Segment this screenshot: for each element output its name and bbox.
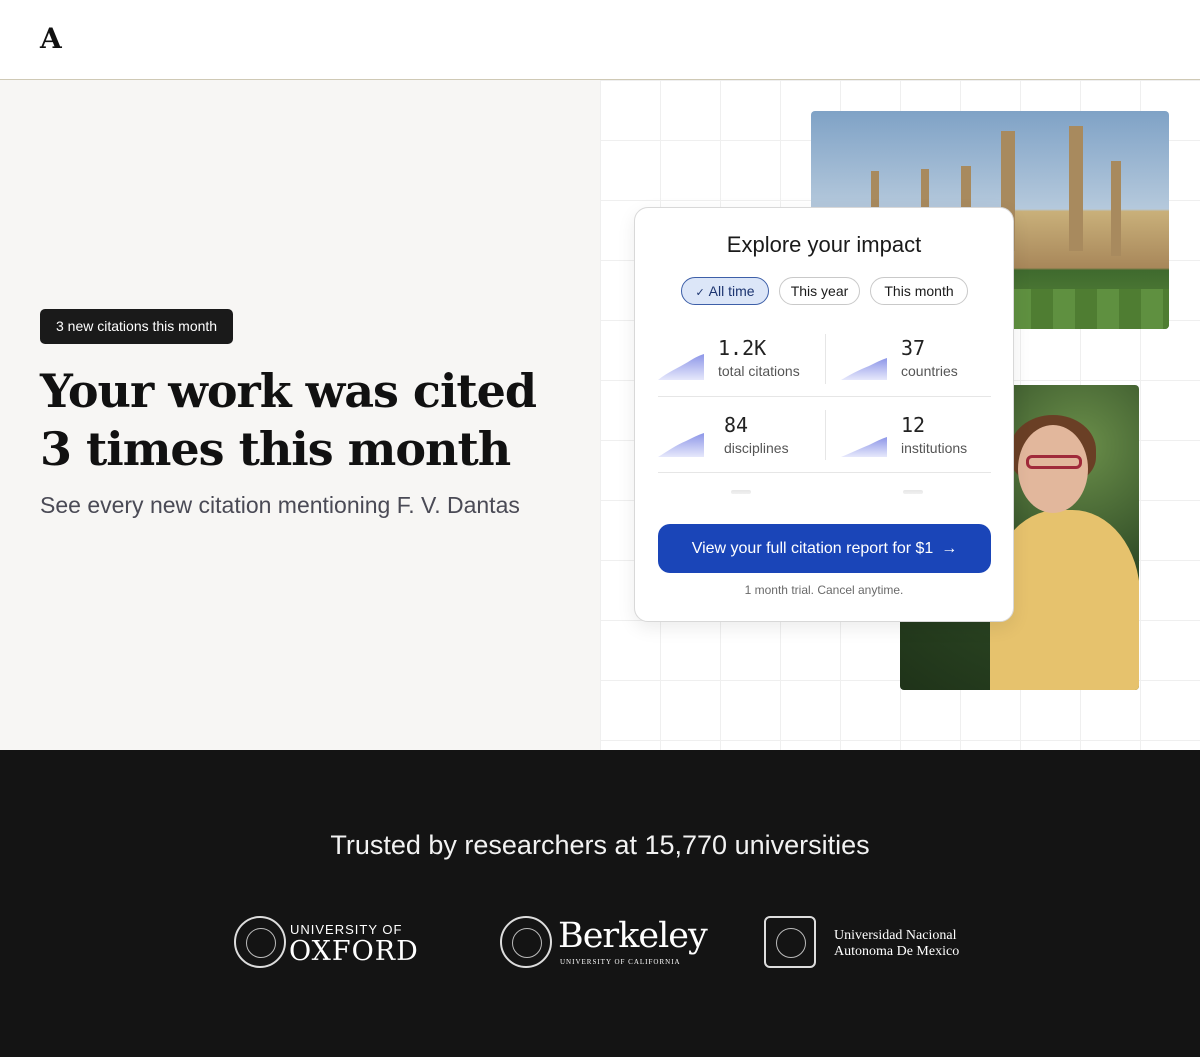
stat-disciplines: 84 disciplines xyxy=(658,413,818,473)
impact-card: Explore your impact ✓ All time This year … xyxy=(634,207,1014,622)
trusted-section: Trusted by researchers at 15,770 univers… xyxy=(0,750,1200,1057)
oxford-seal-icon xyxy=(234,916,286,968)
citation-badge: 3 new citations this month xyxy=(40,309,234,344)
filter-this-month[interactable]: This month xyxy=(870,277,968,305)
hero-headline: Your work was cited 3 times this month xyxy=(40,364,537,476)
filter-this-year[interactable]: This year xyxy=(779,277,860,305)
sparkline-icon xyxy=(658,354,704,380)
unam-seal-icon xyxy=(764,916,816,968)
stat-total-citations: 1.2K total citations xyxy=(658,336,818,396)
stat-institutions: 12 institutions xyxy=(841,413,1001,473)
stat-countries: 37 countries xyxy=(841,336,1001,396)
trusted-title: Trusted by researchers at 15,770 univers… xyxy=(330,830,870,860)
unam-logo: Universidad Nacional Autonoma De Mexico xyxy=(764,912,974,974)
check-icon: ✓ xyxy=(695,287,705,299)
hero-subhead: See every new citation mentioning F. V. … xyxy=(40,492,520,518)
filter-all-time[interactable]: ✓ All time xyxy=(681,277,769,305)
view-report-button[interactable]: View your full citation report for $1 → xyxy=(658,524,991,573)
trial-note: 1 month trial. Cancel anytime. xyxy=(744,583,904,597)
arrow-right-icon: → xyxy=(941,540,958,557)
sparkline-icon xyxy=(841,358,887,380)
site-logo[interactable]: A xyxy=(40,22,62,55)
oxford-logo: UNIVERSITY OF OXFORD xyxy=(234,912,424,974)
berkeley-seal-icon xyxy=(500,916,552,968)
berkeley-logo: Berkeley UNIVERSITY OF CALIFORNIA xyxy=(500,912,708,974)
site-header: A xyxy=(0,0,1200,80)
sparkline-icon xyxy=(658,433,704,457)
sparkline-icon xyxy=(841,437,887,457)
impact-card-title: Explore your impact xyxy=(726,232,922,257)
